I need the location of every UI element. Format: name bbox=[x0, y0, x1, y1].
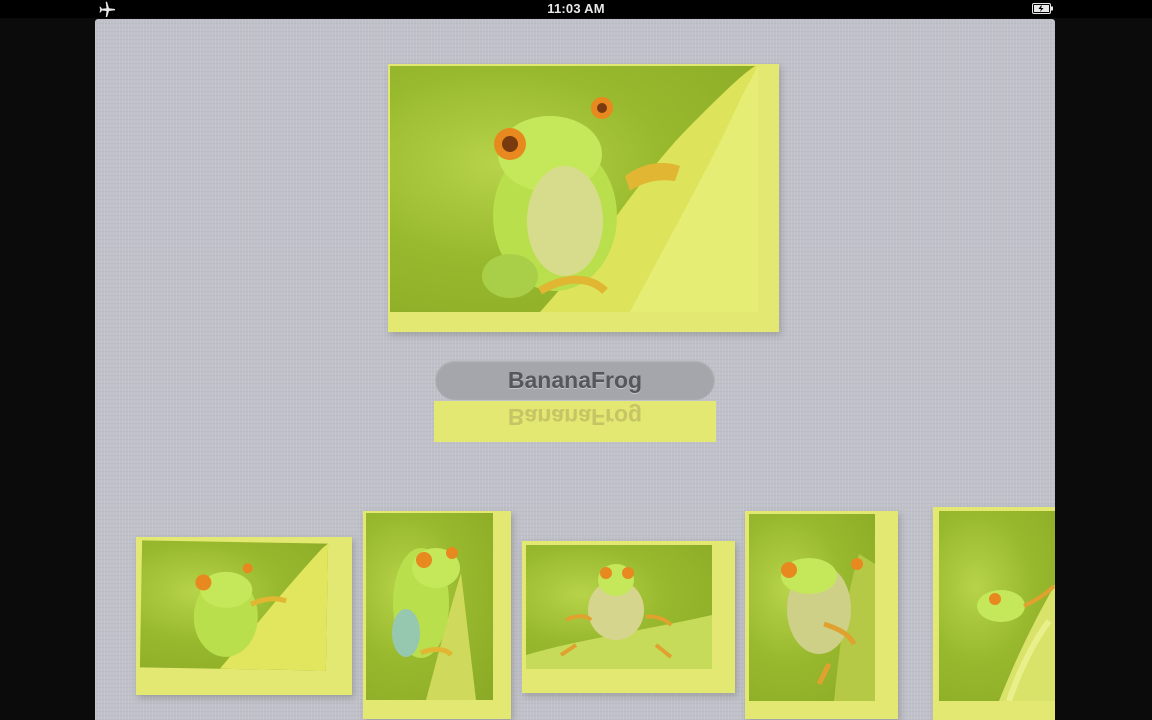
album-title-reflection: BananaFrog bbox=[434, 401, 716, 442]
album-panel: BananaFrog BananaFrog bbox=[95, 19, 1055, 720]
thumbnail-photo-4[interactable] bbox=[745, 511, 898, 719]
featured-photo[interactable] bbox=[388, 64, 779, 332]
album-title[interactable]: BananaFrog bbox=[435, 360, 715, 400]
album-title-reflection-text: BananaFrog bbox=[507, 404, 643, 430]
thumbnail-photo-3[interactable] bbox=[522, 541, 735, 693]
thumbnail-photo-5-image bbox=[939, 511, 1055, 701]
thumbnail-photo-2[interactable] bbox=[363, 511, 511, 719]
featured-photo-image bbox=[390, 66, 758, 312]
status-time: 11:03 AM bbox=[547, 1, 605, 16]
ipad-screen: 11:03 AM BananaFrog BananaFrog bbox=[0, 0, 1152, 720]
thumbnail-photo-1[interactable] bbox=[136, 537, 352, 695]
thumbnail-photo-3-image bbox=[526, 545, 712, 669]
status-bar: 11:03 AM bbox=[0, 0, 1152, 18]
battery-icon bbox=[1032, 3, 1053, 14]
thumbnail-photo-5[interactable] bbox=[933, 507, 1055, 720]
thumbnail-photo-1-image bbox=[139, 540, 329, 671]
thumbnail-photo-4-image bbox=[749, 514, 875, 701]
thumbnail-photo-2-image bbox=[366, 513, 493, 700]
